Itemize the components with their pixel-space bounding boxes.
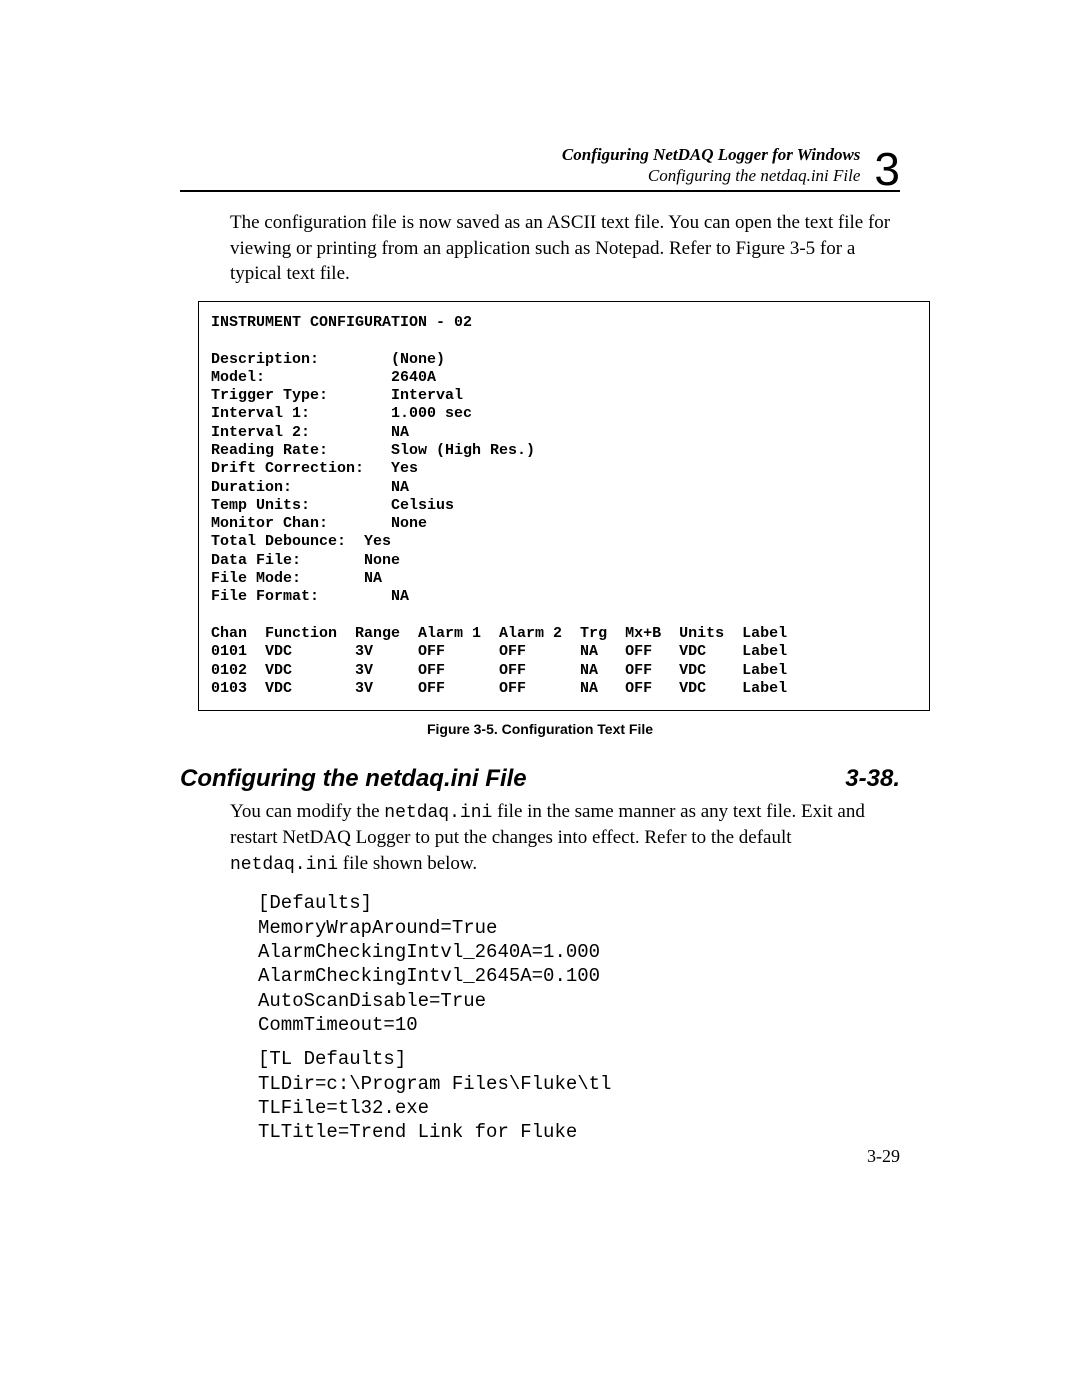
config-text-file-figure: INSTRUMENT CONFIGURATION - 02 Descriptio… [198,301,930,711]
ini-para-pre: You can modify the [230,801,384,822]
ini-paragraph: You can modify the netdaq.ini file in th… [230,799,900,877]
section-heading: Configuring the netdaq.ini File 3-38. [180,765,900,793]
ini-filename-2: netdaq.ini [230,855,338,875]
header-section-title: Configuring the netdaq.ini File [562,165,861,186]
header-chapter-number: 3 [874,146,900,192]
ini-filename-1: netdaq.ini [384,803,492,823]
ini-defaults-block: [Defaults] MemoryWrapAround=True AlarmCh… [258,891,900,1037]
page: Configuring NetDAQ Logger for Windows Co… [0,0,1080,1397]
section-number: 3-38. [845,765,900,793]
figure-caption: Figure 3-5. Configuration Text File [180,721,900,737]
section-title: Configuring the netdaq.ini File [180,765,527,793]
page-header: Configuring NetDAQ Logger for Windows Co… [180,140,900,192]
ini-para-post: file shown below. [338,853,477,874]
header-chapter-title: Configuring NetDAQ Logger for Windows [562,144,861,165]
page-number: 3-29 [867,1146,900,1167]
header-text-block: Configuring NetDAQ Logger for Windows Co… [562,144,861,187]
intro-paragraph: The configuration file is now saved as a… [230,210,900,287]
ini-tl-defaults-block: [TL Defaults] TLDir=c:\Program Files\Flu… [258,1047,900,1144]
